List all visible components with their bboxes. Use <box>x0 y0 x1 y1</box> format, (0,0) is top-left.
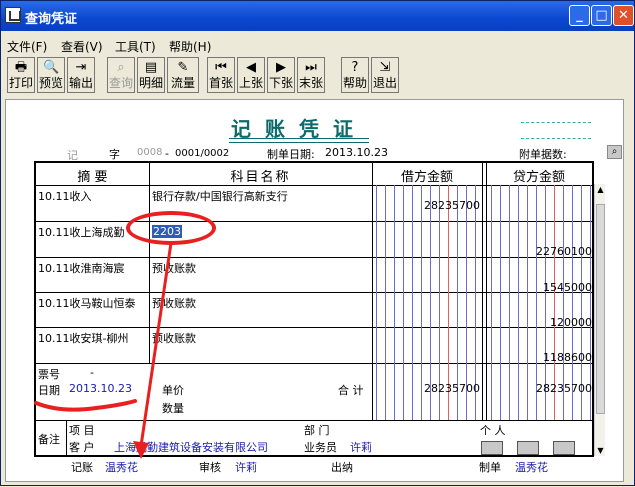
cashier-label: 出纳 <box>331 461 353 474</box>
scroll-thumb[interactable] <box>596 204 605 414</box>
audit-value: 许莉 <box>235 461 257 474</box>
annotation-circle <box>126 211 216 245</box>
tool-icon[interactable] <box>553 441 575 455</box>
maker-value: 温秀花 <box>515 461 548 474</box>
book-value: 温秀花 <box>105 461 138 474</box>
audit-label: 审核 <box>199 461 221 474</box>
scroll-down-icon[interactable]: ▼ <box>595 445 606 456</box>
attachment-icon[interactable] <box>481 441 503 455</box>
maker-label: 制单 <box>479 461 501 474</box>
voucher-query-window: 查询凭证 _ □ ✕ 文件(F) 查看(V) 工具(T) 帮助(H) 🖶 打印 🔍 预… <box>0 0 635 486</box>
book-label: 记账 <box>71 461 93 474</box>
annotation-overlay <box>34 242 173 459</box>
scroll-up-icon[interactable]: ▲ <box>595 184 606 195</box>
vertical-scrollbar[interactable]: ▲ ▼ <box>594 184 605 456</box>
card-icon[interactable] <box>517 441 539 455</box>
